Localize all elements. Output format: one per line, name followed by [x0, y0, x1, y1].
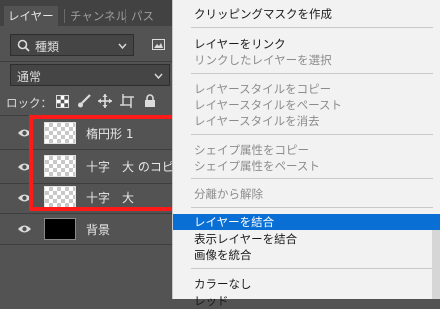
- tab-divider: [125, 9, 126, 23]
- menu-item-merge-visible[interactable]: 表示レイヤーを結合: [173, 231, 440, 247]
- menu-separator: [191, 27, 433, 28]
- menu-item-release-from-isolation[interactable]: 分離から解除: [173, 186, 440, 202]
- menu-item-no-color[interactable]: カラーなし: [173, 276, 440, 292]
- menu-separator: [191, 134, 433, 135]
- panel-tab-bar: レイヤー チャンネル パス: [0, 0, 175, 26]
- chevron-down-icon: [154, 73, 163, 79]
- menu-item-clear-layer-style[interactable]: レイヤースタイルを消去: [173, 113, 440, 129]
- selection-annotation-box: [29, 115, 174, 211]
- menu-item-red[interactable]: レッド: [173, 293, 440, 309]
- tab-layers[interactable]: レイヤー: [4, 6, 58, 26]
- menu-separator: [191, 178, 433, 179]
- menu-item-flatten-image[interactable]: 画像を統合: [173, 247, 440, 263]
- blend-mode-value: 通常: [17, 70, 42, 84]
- menu-separator: [191, 268, 433, 269]
- menu-item-create-clipping-mask[interactable]: クリッピングマスクを作成: [173, 6, 440, 22]
- menu-separator: [191, 73, 433, 74]
- eye-icon[interactable]: [17, 224, 32, 234]
- lock-transparent-pixels-icon[interactable]: [56, 95, 69, 108]
- menu-item-paste-layer-style[interactable]: レイヤースタイルをペースト: [173, 97, 440, 113]
- layer-row[interactable]: 背景: [0, 214, 175, 244]
- blend-mode-select[interactable]: 通常: [10, 64, 170, 86]
- menu-separator: [191, 207, 433, 208]
- filter-kind-value: 種類: [35, 40, 60, 54]
- layers-panel: レイヤー チャンネル パス 種類 通常 ロック： 楕円形 1 十字 大 のコピー…: [0, 0, 186, 299]
- lock-row: ロック：: [0, 90, 175, 114]
- lock-all-icon[interactable]: [144, 94, 156, 108]
- lock-position-icon[interactable]: [98, 94, 112, 108]
- lock-artboard-icon[interactable]: [120, 94, 134, 108]
- divider: [0, 61, 175, 62]
- menu-item-select-linked-layers[interactable]: リンクしたレイヤーを選択: [173, 52, 440, 68]
- layer-thumbnail: [44, 218, 76, 240]
- scrollbar[interactable]: [432, 230, 440, 299]
- image-filter-icon[interactable]: [152, 39, 165, 50]
- chevron-down-icon: [118, 43, 127, 49]
- divider: [0, 244, 175, 245]
- menu-item-copy-shape-attributes[interactable]: シェイプ属性をコピー: [173, 142, 440, 158]
- layer-name: 背景: [86, 223, 111, 237]
- menu-item-paste-shape-attributes[interactable]: シェイプ属性をペースト: [173, 158, 440, 174]
- menu-item-merge-layers[interactable]: レイヤーを結合: [173, 214, 440, 230]
- menu-item-copy-layer-style[interactable]: レイヤースタイルをコピー: [173, 81, 440, 97]
- filter-kind-select[interactable]: 種類: [10, 34, 134, 56]
- tab-channels[interactable]: チャンネル: [66, 6, 131, 26]
- tab-paths[interactable]: パス: [127, 6, 158, 26]
- search-icon: [17, 39, 30, 52]
- lock-label: ロック：: [6, 96, 52, 110]
- context-menu: クリッピングマスクを作成 レイヤーをリンク リンクしたレイヤーを選択 レイヤース…: [172, 0, 440, 308]
- tab-divider: [64, 9, 65, 23]
- cut-off-menu-item: [194, 0, 434, 3]
- menu-item-link-layers[interactable]: レイヤーをリンク: [173, 36, 440, 52]
- lock-image-pixels-icon[interactable]: [77, 94, 91, 108]
